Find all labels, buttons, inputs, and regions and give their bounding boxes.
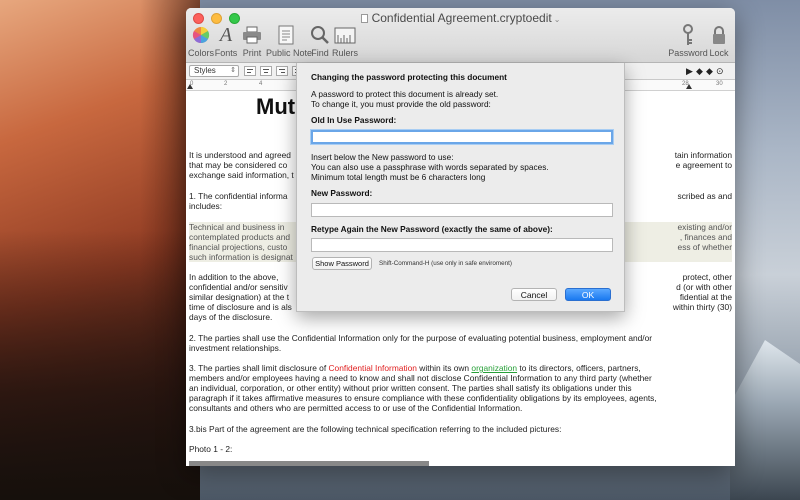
change-password-dialog: Changing the password protecting this do… [296, 63, 625, 312]
circle-control-icon[interactable]: ⊙ [716, 66, 724, 77]
ruler-icon [334, 27, 356, 44]
embedded-photo [189, 461, 429, 466]
ruler-tab-stop[interactable] [686, 84, 692, 89]
retype-password-label: Retype Again the New Password (exactly t… [311, 224, 553, 234]
ruler-number: 4 [259, 81, 263, 87]
printer-icon [243, 26, 261, 44]
key-icon [683, 24, 693, 45]
retype-password-field[interactable] [311, 238, 613, 255]
highlighted-term-green[interactable]: organization [471, 363, 517, 373]
ruler-number: 30 [716, 81, 723, 87]
doc-line-right: scribed as and [677, 191, 732, 201]
ok-button[interactable]: OK [565, 288, 611, 301]
doc-line-right: ess of whether [626, 242, 732, 252]
doc-line-para3: 3. The parties shall limit disclosure of… [189, 363, 641, 373]
diamond-control-icon-2[interactable]: ◆ [706, 66, 713, 77]
doc-line: 2. The parties shall use the Confidentia… [189, 333, 653, 343]
doc-line: consultants and others who are permitted… [189, 403, 523, 413]
diamond-control-icon[interactable]: ◆ [696, 66, 703, 77]
doc-line-right: protect, other [682, 272, 732, 282]
old-password-input[interactable] [313, 137, 611, 147]
retype-password-input[interactable] [312, 243, 612, 255]
new-password-label: New Password: [311, 188, 373, 198]
dialog-intro-line-1: A password to protect this document is a… [311, 89, 499, 99]
doc-line: 3.bis Part of the agreement are the foll… [189, 424, 562, 434]
new-password-input[interactable] [312, 208, 612, 220]
doc-line-right: d (or with other [676, 282, 732, 292]
doc-line: days of the disclosure. [189, 312, 273, 322]
cancel-button[interactable]: Cancel [511, 288, 557, 301]
doc-line-right: within thirty (30) [672, 302, 732, 312]
doc-line-right: existing and/or [626, 222, 732, 232]
doc-line: members and/or employees having a need t… [189, 373, 652, 383]
wallpaper-mountain [730, 340, 800, 500]
doc-line: paragraph if it takes affirmative measur… [189, 393, 657, 403]
doc-line-right: , finances and [626, 232, 732, 242]
dialog-intro-line-2: To change it, you must provide the old p… [311, 99, 491, 109]
highlighted-term-red: Confidential Information [328, 363, 417, 373]
dialog-heading: Changing the password protecting this do… [311, 72, 507, 82]
ruler-number: 0 [190, 81, 194, 87]
doc-line-right: e agreement to [675, 160, 732, 170]
align-left-button[interactable] [244, 66, 256, 76]
doc-line-right: fidential at the [679, 292, 732, 302]
window-title[interactable]: Confidential Agreement.cryptoedit ⌄ [186, 11, 735, 25]
lock-icon [713, 26, 725, 44]
doc-line: an individual, corporation, or other ent… [189, 383, 632, 393]
document-icon [360, 14, 368, 23]
doc-line: investment relationships. [189, 343, 282, 353]
toolbar-rulers-button[interactable]: Rulers [325, 24, 365, 58]
old-password-field[interactable] [311, 130, 613, 147]
align-right-button[interactable] [276, 66, 288, 76]
styles-select[interactable]: Styles ⇕ [189, 65, 239, 77]
doc-line: Photo 1 - 2: [189, 444, 233, 454]
dialog-info-line-2: You can also use a passphrase with words… [311, 162, 549, 172]
chevron-down-icon: ⌄ [553, 15, 561, 24]
doc-line-right: tain information [674, 150, 732, 160]
note-icon [278, 25, 294, 45]
font-icon: A [219, 23, 233, 46]
shortcut-hint: Shift-Command-H (use only in safe enviro… [379, 260, 512, 267]
title-bar: Confidential Agreement.cryptoedit ⌄ Color… [186, 8, 735, 63]
play-control-icon[interactable]: ▶ [686, 66, 693, 77]
dialog-info-line-3: Minimum total length must be 6 character… [311, 172, 486, 182]
old-password-label: Old In Use Password: [311, 115, 397, 125]
align-center-button[interactable] [260, 66, 272, 76]
new-password-field[interactable] [311, 203, 613, 220]
dialog-info-line-1: Insert below the New password to use: [311, 152, 454, 162]
ruler-number: 2 [224, 81, 228, 87]
document-title: Mut [256, 94, 296, 119]
chevron-updown-icon: ⇕ [230, 67, 236, 74]
show-password-button[interactable]: Show Password [312, 257, 372, 270]
toolbar-lock-button[interactable]: Lock [699, 24, 735, 58]
